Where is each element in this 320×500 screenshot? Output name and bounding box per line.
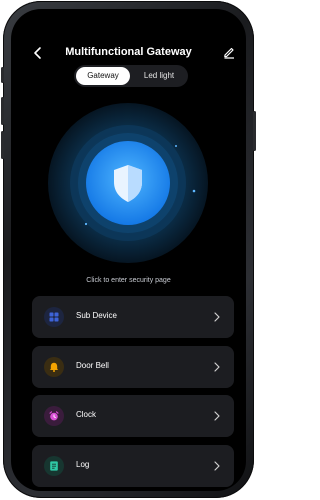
app-screen: Multifunctional Gateway Gateway Led ligh…: [11, 9, 246, 491]
menu-item-door-bell[interactable]: Door Bell: [32, 346, 234, 388]
menu-item-clock[interactable]: Clock: [32, 395, 234, 437]
security-button[interactable]: [46, 101, 210, 265]
menu-item-label: Clock: [76, 410, 97, 419]
edit-icon[interactable]: [222, 45, 236, 59]
menu-item-sub-device[interactable]: Sub Device: [32, 296, 234, 338]
phone-power-button: [253, 111, 256, 151]
nav-bar: Multifunctional Gateway: [11, 43, 246, 63]
chevron-right-icon: [214, 312, 220, 322]
orbit-dot: [192, 189, 196, 193]
chevron-right-icon: [214, 461, 220, 471]
phone-side-button: [1, 67, 4, 83]
menu-item-log[interactable]: Log: [32, 445, 234, 487]
menu-item-label: Sub Device: [76, 311, 117, 320]
log-icon: [44, 456, 64, 476]
alarm-clock-icon: [44, 406, 64, 426]
chevron-right-icon: [214, 362, 220, 372]
phone-volume-up-button: [1, 97, 4, 125]
page-title: Multifunctional Gateway: [65, 46, 192, 58]
phone-volume-down-button: [1, 131, 4, 159]
mode-tabs: Gateway Led light: [74, 65, 188, 87]
menu-item-label: Log: [76, 460, 90, 469]
tab-gateway[interactable]: Gateway: [76, 67, 130, 85]
security-hint: Click to enter security page: [86, 277, 171, 284]
grid-icon: [44, 307, 64, 327]
orbit-dot: [84, 222, 88, 226]
tab-led-light[interactable]: Led light: [132, 67, 186, 85]
chevron-right-icon: [214, 411, 220, 421]
menu-item-label: Door Bell: [76, 361, 109, 370]
orbit-dot: [175, 145, 177, 147]
bell-icon: [44, 357, 64, 377]
